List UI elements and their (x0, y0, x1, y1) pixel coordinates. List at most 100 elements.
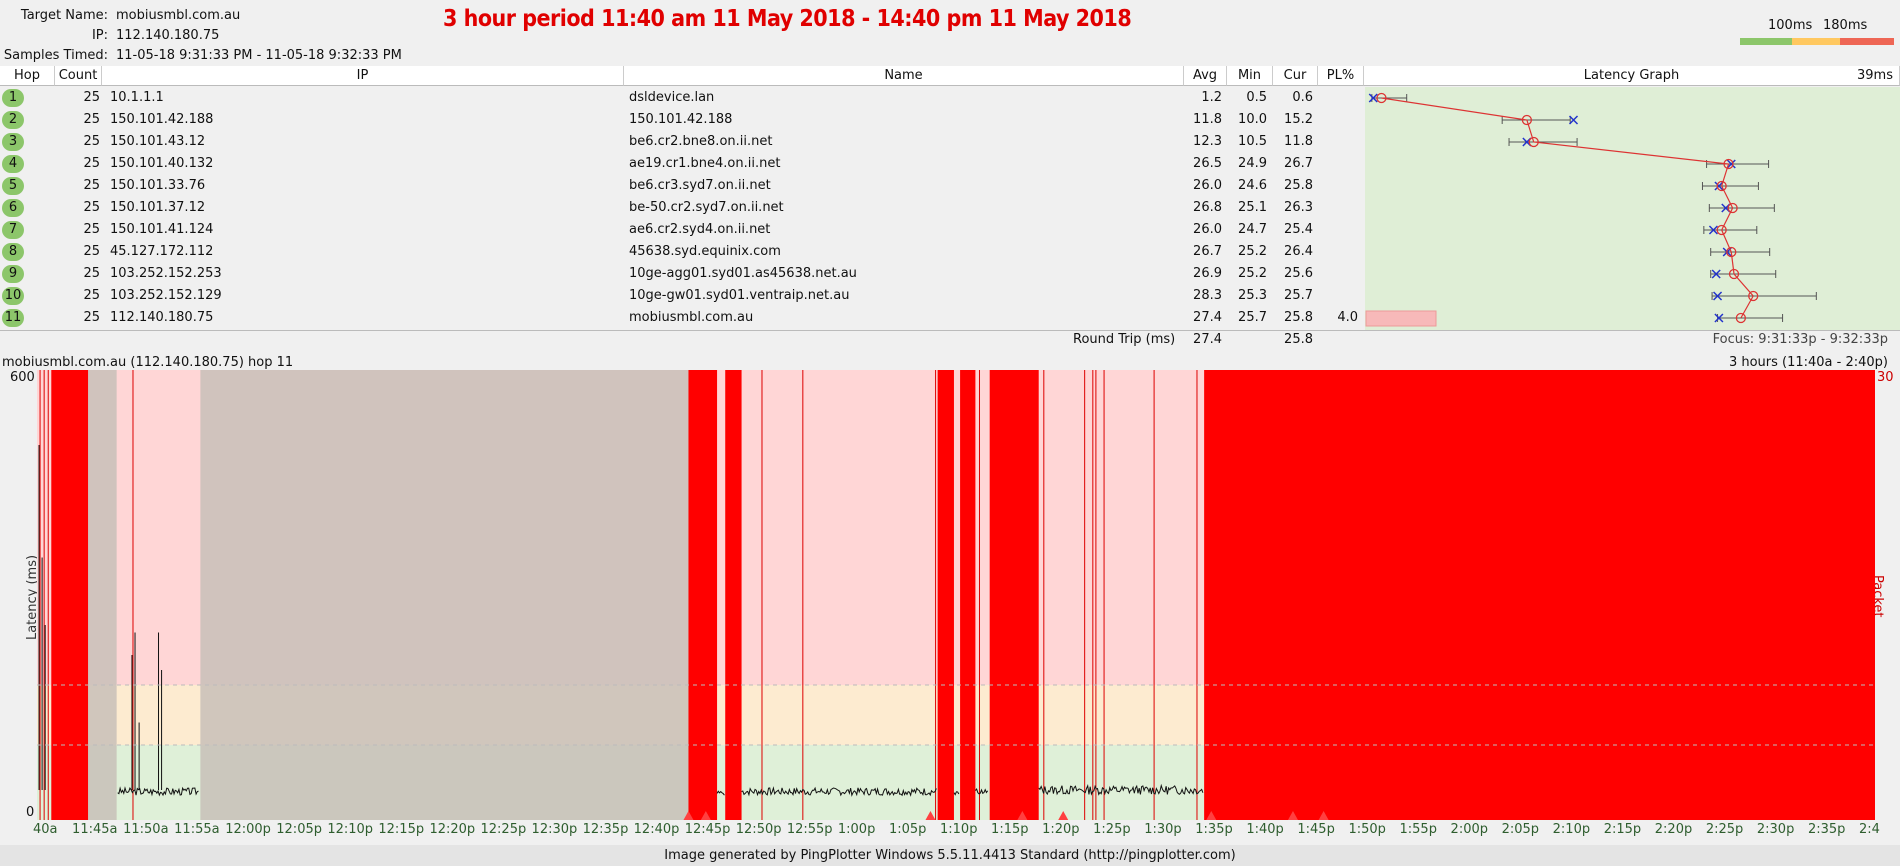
x-tick-label: 1:15p (991, 822, 1029, 837)
cell-pl: 4.0 (1337, 310, 1358, 325)
x-tick-label: 1:45p (1297, 822, 1335, 837)
col-pl[interactable]: PL% (1318, 66, 1364, 86)
cell-avg: 26.7 (1193, 244, 1222, 259)
packet-loss-top: 30 (1877, 370, 1894, 385)
cell-name: ae6.cr2.syd4.on.ii.net (629, 222, 771, 237)
table-row[interactable]: 2 25 150.101.42.188 150.101.42.188 11.8 10.0 1… (0, 109, 1365, 131)
cell-count: 25 (83, 90, 100, 105)
cell-ip: 103.252.152.129 (110, 288, 222, 303)
cell-count: 25 (83, 112, 100, 127)
x-tick-label: 1:50p (1348, 822, 1386, 837)
footer-credit: Image generated by PingPlotter Windows 5… (0, 845, 1900, 866)
table-row[interactable]: 5 25 150.101.33.76 be6.cr3.syd7.on.ii.net 26… (0, 175, 1365, 197)
cell-min: 25.2 (1238, 244, 1267, 259)
cell-cur: 26.7 (1284, 156, 1313, 171)
cell-name: 10ge-gw01.syd01.ventraip.net.au (629, 288, 850, 303)
table-row[interactable]: 8 25 45.127.172.112 45638.syd.equinix.com 26… (0, 241, 1365, 263)
x-tick-label: 2:15p (1603, 822, 1642, 837)
col-cur[interactable]: Cur (1273, 66, 1318, 86)
cell-ip: 112.140.180.75 (110, 310, 214, 325)
x-tick-label: 11:55a (174, 822, 220, 837)
cell-cur: 25.8 (1284, 310, 1313, 325)
col-latency-graph[interactable]: Latency Graph 39ms (1364, 66, 1900, 86)
cell-cur: 25.7 (1284, 288, 1313, 303)
x-tick-label: 2:05p (1501, 822, 1540, 837)
cell-cur: 11.8 (1284, 134, 1313, 149)
cell-name: be6.cr3.syd7.on.ii.net (629, 178, 771, 193)
timeline-chart[interactable] (37, 370, 1875, 820)
y-axis-top: 600 (10, 370, 35, 385)
cell-avg: 26.0 (1193, 178, 1222, 193)
x-tick-label: 2:10p (1552, 822, 1591, 837)
samples-timed-value: 11-05-18 9:31:33 PM - 11-05-18 9:32:33 P… (116, 48, 402, 63)
cell-name: 10ge-agg01.syd01.as45638.net.au (629, 266, 857, 281)
round-trip-label: Round Trip (ms) (1073, 332, 1176, 347)
latency-graph-area (1365, 87, 1900, 330)
x-tick-label: 11:50a (123, 822, 169, 837)
cell-ip: 150.101.40.132 (110, 156, 214, 171)
cell-count: 25 (83, 244, 100, 259)
cell-cur: 25.4 (1284, 222, 1313, 237)
cell-min: 24.7 (1238, 222, 1267, 237)
cell-ip: 45.127.172.112 (110, 244, 214, 259)
x-tick-label: 1:30p (1144, 822, 1182, 837)
hop-badge: 5 (2, 177, 24, 195)
loss-block (51, 370, 89, 820)
cell-cur: 0.6 (1292, 90, 1313, 105)
cell-ip: 150.101.33.76 (110, 178, 206, 193)
table-row[interactable]: 11 25 112.140.180.75 mobiusmbl.com.au 27.4 25… (0, 307, 1365, 329)
table-row[interactable]: 9 25 103.252.152.253 10ge-agg01.syd01.as456… (0, 263, 1365, 285)
table-row[interactable]: 6 25 150.101.37.12 be-50.cr2.syd7.on.ii.net… (0, 197, 1365, 219)
cell-ip: 150.101.41.124 (110, 222, 214, 237)
cell-ip: 150.101.42.188 (110, 112, 214, 127)
cell-name: be6.cr2.bne8.on.ii.net (629, 134, 773, 149)
x-tick-label: 40a (33, 822, 58, 837)
cell-min: 25.3 (1238, 288, 1267, 303)
legend-180ms: 180ms (1823, 18, 1868, 33)
x-tick-label: 2:35p (1807, 822, 1846, 837)
loss-block (1204, 370, 1875, 820)
x-tick-label: 12:25p (480, 822, 527, 837)
hop-badge: 10 (2, 287, 24, 305)
no-data-region (200, 370, 691, 820)
target-header: Target Name: mobiusmbl.com.au IP: 112.14… (0, 0, 1900, 66)
x-tick-label: 2:4 (1859, 822, 1880, 837)
table-row[interactable]: 7 25 150.101.41.124 ae6.cr2.syd4.on.ii.net 2… (0, 219, 1365, 241)
table-row[interactable]: 4 25 150.101.40.132 ae19.cr1.bne4.on.ii.net… (0, 153, 1365, 175)
cell-cur: 26.4 (1284, 244, 1313, 259)
loss-block (688, 370, 718, 820)
x-tick-label: 1:35p (1195, 822, 1233, 837)
x-tick-label: 1:00p (837, 822, 876, 837)
loss-block (725, 370, 742, 820)
cell-min: 25.1 (1238, 200, 1267, 215)
col-avg[interactable]: Avg (1184, 66, 1227, 86)
cell-avg: 1.2 (1201, 90, 1222, 105)
x-tick-label: 12:30p (531, 822, 578, 837)
x-tick-label: 12:35p (582, 822, 629, 837)
col-hop[interactable]: Hop (0, 66, 55, 86)
cell-count: 25 (83, 288, 100, 303)
cell-min: 25.2 (1238, 266, 1267, 281)
cell-avg: 26.0 (1193, 222, 1222, 237)
cell-name: mobiusmbl.com.au (629, 310, 754, 325)
cell-count: 25 (83, 156, 100, 171)
x-tick-label: 1:55p (1399, 822, 1437, 837)
col-min[interactable]: Min (1227, 66, 1273, 86)
col-count[interactable]: Count (55, 66, 102, 86)
focus-range: Focus: 9:31:33p - 9:32:33p (1712, 332, 1888, 347)
y-axis-bottom: 0 (26, 805, 35, 820)
cell-name: 150.101.42.188 (629, 112, 733, 127)
cell-ip: 103.252.152.253 (110, 266, 222, 281)
target-name-value: mobiusmbl.com.au (116, 8, 241, 23)
table-row[interactable]: 1 25 10.1.1.1 dsldevice.lan 1.2 0.5 0.6 (0, 87, 1365, 109)
table-row[interactable]: 3 25 150.101.43.12 be6.cr2.bne8.on.ii.net 12… (0, 131, 1365, 153)
cell-ip: 10.1.1.1 (110, 90, 164, 105)
col-ip[interactable]: IP (102, 66, 624, 86)
col-name[interactable]: Name (624, 66, 1184, 86)
table-row[interactable]: 10 25 103.252.152.129 10ge-gw01.syd01.ventr… (0, 285, 1365, 307)
cell-cur: 25.8 (1284, 178, 1313, 193)
cell-ip: 150.101.43.12 (110, 134, 206, 149)
x-tick-label: 12:05p (276, 822, 322, 837)
legend-100ms: 100ms (1768, 18, 1813, 33)
cell-avg: 11.8 (1193, 112, 1222, 127)
